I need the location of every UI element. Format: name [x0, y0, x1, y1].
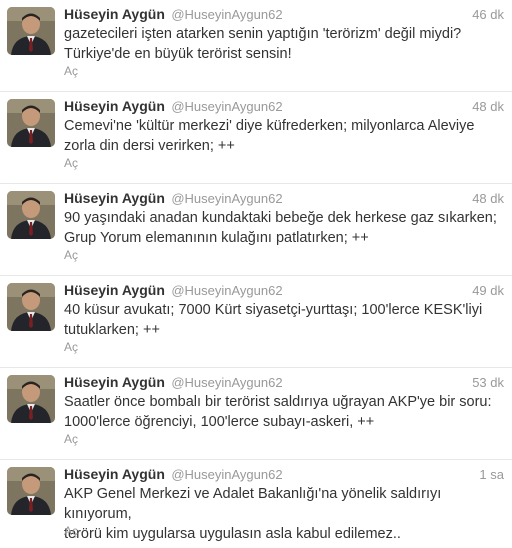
avatar[interactable] [7, 467, 55, 515]
tweet-header: Hüseyin Aygün @HuseyinAygun62 48 dk [64, 98, 504, 116]
avatar[interactable] [7, 191, 55, 239]
author-username[interactable]: @HuseyinAygun62 [171, 467, 282, 482]
author-name[interactable]: Hüseyin Aygün [64, 374, 165, 390]
author-username[interactable]: @HuseyinAygun62 [171, 99, 282, 114]
expand-link[interactable]: Aç [64, 524, 78, 538]
tweet-text-line: 40 küsur avukatı; 7000 Kürt siyasetçi-yu… [64, 302, 483, 318]
tweet-text-line: Saatler önce bombalı bir terörist saldır… [64, 394, 492, 410]
tweet-timestamp[interactable]: 46 dk [472, 7, 504, 22]
tweet-text: 40 küsur avukatı; 7000 Kürt siyasetçi-yu… [64, 300, 502, 340]
tweet-text: Cemevi'ne 'kültür merkezi' diye küfreder… [64, 116, 502, 156]
tweet-timestamp[interactable]: 48 dk [472, 99, 504, 114]
tweet-text-line: tutuklarken; ++ [64, 322, 160, 338]
tweet-text-line: Türkiye'de en büyük terörist sensin! [64, 46, 292, 62]
tweet-header: Hüseyin Aygün @HuseyinAygun62 53 dk [64, 374, 504, 392]
author-name[interactable]: Hüseyin Aygün [64, 282, 165, 298]
expand-link[interactable]: Aç [64, 432, 78, 446]
tweet-timestamp[interactable]: 48 dk [472, 191, 504, 206]
tweet-text-line: gazetecileri işten atarken senin yaptığı… [64, 26, 462, 42]
tweet-text: 90 yaşındaki anadan kundaktaki bebeğe de… [64, 208, 502, 248]
author-name[interactable]: Hüseyin Aygün [64, 190, 165, 206]
tweet-header: Hüseyin Aygün @HuseyinAygun62 46 dk [64, 6, 504, 24]
author-username[interactable]: @HuseyinAygun62 [171, 283, 282, 298]
tweet-item[interactable]: Hüseyin Aygün @HuseyinAygun62 53 dk Saat… [0, 368, 512, 460]
tweet-text-line: terörü kim uygularsa uygulasın asla kabu… [64, 526, 401, 542]
tweet-text-line: Grup Yorum elemanının kulağını patlatırk… [64, 230, 369, 246]
tweet-header: Hüseyin Aygün @HuseyinAygun62 48 dk [64, 190, 504, 208]
tweet-timestamp[interactable]: 53 dk [472, 375, 504, 390]
tweet-text-line: 90 yaşındaki anadan kundaktaki bebeğe de… [64, 210, 497, 226]
tweet-text-line: AKP Genel Merkezi ve Adalet Bakanlığı'na… [64, 486, 442, 522]
tweet-item[interactable]: Hüseyin Aygün @HuseyinAygun62 49 dk 40 k… [0, 276, 512, 368]
author-name[interactable]: Hüseyin Aygün [64, 98, 165, 114]
expand-link[interactable]: Aç [64, 156, 78, 170]
author-username[interactable]: @HuseyinAygun62 [171, 7, 282, 22]
tweet-text: AKP Genel Merkezi ve Adalet Bakanlığı'na… [64, 484, 502, 544]
expand-link[interactable]: Aç [64, 248, 78, 262]
tweet-header: Hüseyin Aygün @HuseyinAygun62 49 dk [64, 282, 504, 300]
avatar[interactable] [7, 7, 55, 55]
author-username[interactable]: @HuseyinAygun62 [171, 191, 282, 206]
tweet-item[interactable]: Hüseyin Aygün @HuseyinAygun62 1 sa AKP G… [0, 460, 512, 546]
tweet-timestamp[interactable]: 49 dk [472, 283, 504, 298]
tweet-timestamp[interactable]: 1 sa [479, 467, 504, 482]
tweet-text: gazetecileri işten atarken senin yaptığı… [64, 24, 502, 64]
author-name[interactable]: Hüseyin Aygün [64, 466, 165, 482]
author-username[interactable]: @HuseyinAygun62 [171, 375, 282, 390]
tweet-item[interactable]: Hüseyin Aygün @HuseyinAygun62 48 dk 90 y… [0, 184, 512, 276]
tweet-header: Hüseyin Aygün @HuseyinAygun62 1 sa [64, 466, 504, 484]
tweet-item[interactable]: Hüseyin Aygün @HuseyinAygun62 46 dk gaze… [0, 0, 512, 92]
tweet-text-line: Cemevi'ne 'kültür merkezi' diye küfreder… [64, 118, 475, 134]
tweet-item[interactable]: Hüseyin Aygün @HuseyinAygun62 48 dk Ceme… [0, 92, 512, 184]
author-name[interactable]: Hüseyin Aygün [64, 6, 165, 22]
avatar[interactable] [7, 99, 55, 147]
tweet-text: Saatler önce bombalı bir terörist saldır… [64, 392, 502, 432]
avatar[interactable] [7, 375, 55, 423]
avatar[interactable] [7, 283, 55, 331]
tweet-text-line: zorla din dersi verirken; ++ [64, 138, 235, 154]
expand-link[interactable]: Aç [64, 64, 78, 78]
expand-link[interactable]: Aç [64, 340, 78, 354]
tweet-timeline: Hüseyin Aygün @HuseyinAygun62 46 dk gaze… [0, 0, 512, 546]
tweet-text-line: 1000'lerce öğrenciyi, 100'lerce subayı-a… [64, 414, 375, 430]
